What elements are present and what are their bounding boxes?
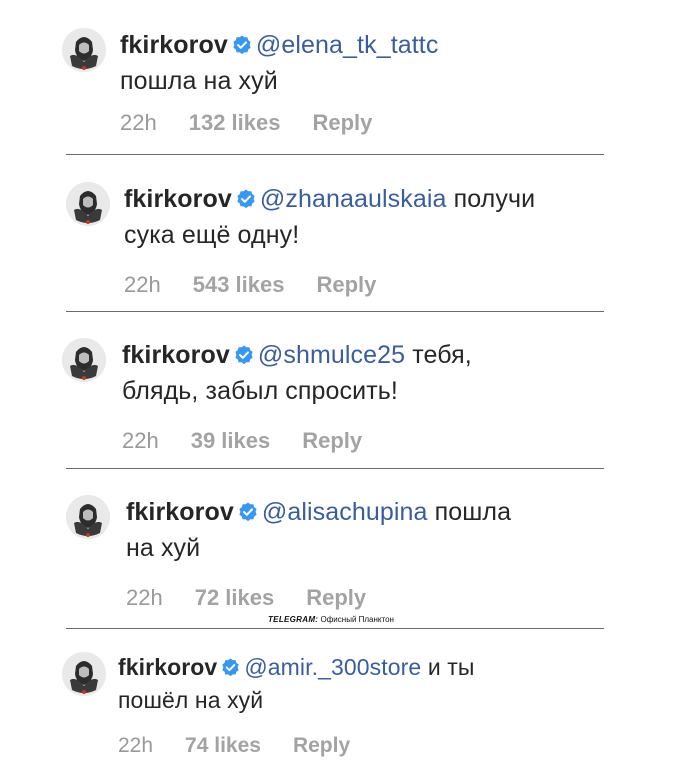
avatar[interactable] [62, 28, 106, 72]
comment-text: fkirkorov @zhanaaulskaia получи сука ещё … [124, 182, 666, 252]
avatar[interactable] [62, 652, 106, 696]
avatar-portrait [66, 495, 110, 539]
comment-1: fkirkorov @elena_tk_tattc пошла на хуй 22… [62, 28, 662, 138]
avatar[interactable] [66, 495, 110, 539]
verified-badge-icon [238, 497, 258, 531]
timestamp: 22h [118, 734, 154, 757]
comment-text: fkirkorov @alisachupina пошла на хуй [126, 495, 666, 565]
likes-count[interactable]: 132 likes [189, 110, 281, 136]
comment-meta: 22h 132 likes Reply [120, 110, 662, 136]
comment-meta: 22h 72 likes Reply [126, 585, 666, 611]
comment-meta: 22h 74 likes Reply [118, 734, 662, 758]
comment-text-same-line: тебя, [412, 341, 472, 369]
comment-text-continued: на хуй [126, 534, 201, 562]
comment-meta: 22h 39 likes Reply [122, 428, 662, 454]
mention-link[interactable]: @zhanaaulskaia [260, 185, 447, 213]
mention-link[interactable]: @elena_tk_tattc [256, 31, 439, 59]
verified-badge-icon [236, 184, 256, 218]
comment-3: fkirkorov @shmulce25 тебя, блядь, забыл с… [62, 338, 662, 453]
timestamp: 22h [122, 428, 159, 453]
divider [66, 468, 604, 469]
comment-text-same-line: получи [453, 185, 536, 213]
likes-count[interactable]: 72 likes [195, 585, 275, 611]
timestamp: 22h [120, 110, 157, 135]
reply-button[interactable]: Reply [302, 428, 362, 454]
comment-2: fkirkorov @zhanaaulskaia получи сука ещё … [66, 182, 666, 297]
divider [66, 628, 604, 629]
username[interactable]: fkirkorov [124, 185, 232, 213]
comment-text-continued: сука ещё одну! [124, 221, 300, 249]
reply-button[interactable]: Reply [316, 272, 376, 298]
mention-link[interactable]: @shmulce25 [258, 341, 405, 369]
comment-text-continued: пошла на хуй [120, 67, 278, 95]
timestamp: 22h [124, 272, 161, 297]
likes-count[interactable]: 74 likes [185, 734, 261, 758]
reply-button[interactable]: Reply [306, 585, 366, 611]
username[interactable]: fkirkorov [126, 498, 234, 526]
comment-text: fkirkorov @shmulce25 тебя, блядь, забыл с… [122, 338, 662, 408]
avatar-portrait [62, 338, 106, 382]
comment-meta: 22h 543 likes Reply [124, 272, 666, 298]
mention-link[interactable]: @alisachupina [262, 498, 428, 526]
comment-text: fkirkorov @elena_tk_tattc пошла на хуй [120, 28, 662, 98]
comment-4: fkirkorov @alisachupina пошла на хуй 22h … [66, 495, 666, 610]
comment-text-continued: блядь, забыл спросить! [122, 377, 398, 405]
username[interactable]: fkirkorov [122, 341, 230, 369]
divider [66, 154, 604, 155]
username[interactable]: fkirkorov [118, 654, 217, 680]
reply-button[interactable]: Reply [293, 734, 350, 758]
divider [66, 311, 604, 312]
watermark-channel: Офисный Планктон [320, 615, 394, 624]
username[interactable]: fkirkorov [120, 31, 228, 59]
avatar[interactable] [62, 338, 106, 382]
avatar-portrait [66, 182, 110, 226]
likes-count[interactable]: 543 likes [193, 272, 285, 298]
reply-button[interactable]: Reply [312, 110, 372, 136]
avatar-portrait [62, 28, 106, 72]
avatar[interactable] [66, 182, 110, 226]
comment-text-same-line: пошла [434, 498, 512, 526]
verified-badge-icon [232, 30, 252, 64]
watermark-brand: TELEGRAM: [268, 615, 319, 624]
comment-text-continued: пошёл на хуй [118, 687, 264, 713]
telegram-watermark: TELEGRAM: Офисный Планктон [268, 615, 394, 624]
verified-badge-icon [221, 654, 240, 685]
likes-count[interactable]: 39 likes [191, 428, 271, 454]
comment-text: fkirkorov @amir._300store и ты пошёл на х… [118, 652, 662, 716]
comment-text-same-line: и ты [427, 654, 475, 680]
mention-link[interactable]: @amir._300store [244, 654, 421, 680]
timestamp: 22h [126, 585, 163, 610]
verified-badge-icon [234, 340, 254, 374]
comment-5: fkirkorov @amir._300store и ты пошёл на х… [62, 652, 662, 762]
avatar-portrait [62, 652, 106, 696]
